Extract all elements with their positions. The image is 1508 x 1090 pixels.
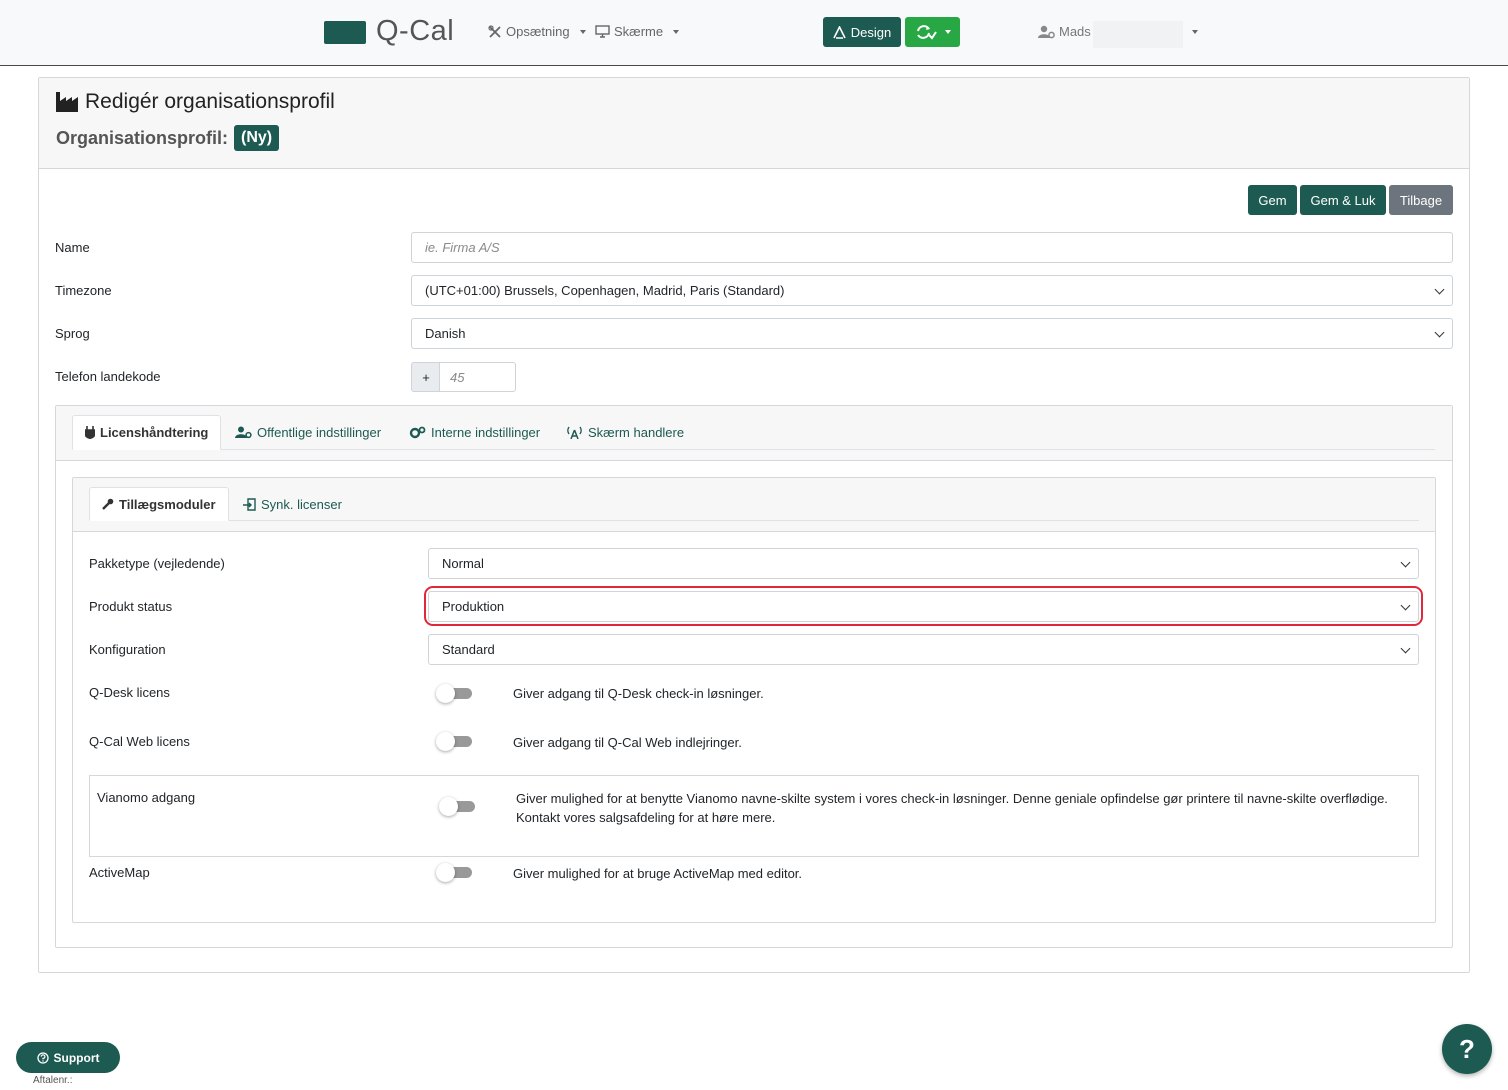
- activemap-description: Giver mulighed for at bruge ActiveMap me…: [513, 866, 803, 881]
- qdesk-license-description: Giver adgang til Q-Desk check-in løsning…: [513, 686, 764, 701]
- qdesk-license-label: Q-Desk licens: [89, 685, 170, 700]
- timezone-value: (UTC+01:00) Brussels, Copenhagen, Madrid…: [425, 283, 785, 298]
- product-status-label: Produkt status: [89, 599, 173, 614]
- tab-addon-modules[interactable]: Tillægsmoduler: [89, 487, 229, 521]
- language-select[interactable]: Danish: [411, 318, 1453, 349]
- design-label: Design: [850, 24, 892, 40]
- file-import-icon: [243, 497, 256, 511]
- tab-license-management[interactable]: Licenshåndtering: [72, 415, 222, 450]
- vianomo-access-label: Vianomo adgang: [97, 790, 196, 805]
- wrench-icon: [102, 498, 114, 510]
- status-badge: (Ny): [234, 125, 280, 151]
- logo-text: Q-Cal: [376, 15, 455, 47]
- chevron-down-icon: [1434, 284, 1445, 295]
- chevron-down-icon: [579, 29, 586, 34]
- timezone-select[interactable]: (UTC+01:00) Brussels, Copenhagen, Madrid…: [411, 275, 1453, 306]
- plug-icon: [85, 426, 95, 439]
- nav-screens-label: Skærme: [614, 24, 664, 39]
- tab-internal-settings-label: Interne indstillinger: [431, 424, 541, 440]
- nav-setup-label: Opsætning: [506, 24, 570, 39]
- tab-screen-handlers-label: Skærm handlere: [588, 424, 685, 440]
- monitor-icon: [595, 25, 610, 38]
- question-circle-icon: [36, 1051, 49, 1064]
- vianomo-description-line2: Kontakt vores salgsafdeling for at høre …: [516, 810, 776, 825]
- chevron-down-icon: [1434, 327, 1445, 338]
- design-icon: [833, 25, 846, 39]
- chevron-down-icon: [944, 30, 951, 34]
- support-button[interactable]: Support: [16, 1042, 120, 1073]
- highlight-outline: [424, 586, 1423, 626]
- name-label: Name: [55, 240, 90, 255]
- save-button[interactable]: Gem: [1248, 185, 1297, 215]
- chevron-down-icon[interactable]: [1192, 30, 1198, 34]
- design-button[interactable]: Design: [823, 17, 901, 47]
- broadcast-tower-icon: [566, 426, 583, 439]
- tools-icon: [488, 24, 502, 39]
- chevron-down-icon: [1400, 643, 1411, 654]
- package-type-value: Normal: [442, 556, 484, 571]
- help-button[interactable]: ?: [1442, 1024, 1492, 1074]
- language-label: Sprog: [55, 326, 90, 341]
- user-name: Mads: [1059, 24, 1091, 39]
- timezone-label: Timezone: [55, 283, 112, 298]
- tab-license-management-label: Licenshåndtering: [100, 425, 209, 440]
- configuration-label: Konfiguration: [89, 642, 166, 657]
- vianomo-description-line1: Giver mulighed for at benytte Vianomo na…: [516, 791, 1388, 806]
- phone-code-input[interactable]: 45: [439, 362, 516, 392]
- profile-subtitle-label: Organisationsprofil:: [56, 127, 229, 148]
- logo-icon: [324, 21, 366, 44]
- activemap-label: ActiveMap: [89, 865, 150, 880]
- phone-code-label: Telefon landekode: [55, 369, 161, 384]
- support-label: Support: [53, 1050, 100, 1065]
- tab-screen-handlers[interactable]: Skærm handlere: [554, 415, 696, 449]
- back-button[interactable]: Tilbage: [1389, 185, 1453, 215]
- qcalweb-license-toggle[interactable]: [436, 732, 472, 751]
- tab-public-settings-label: Offentlige indstillinger: [257, 424, 382, 440]
- profile-subtitle: Organisationsprofil: (Ny): [56, 125, 280, 151]
- agreement-number: Aftalenr.:: [33, 1075, 73, 1086]
- chevron-down-icon: [1400, 557, 1411, 568]
- card-header: Redigér organisationsprofil Organisation…: [39, 78, 1469, 169]
- configuration-select[interactable]: Standard: [428, 634, 1419, 665]
- cogs-icon: [409, 426, 426, 439]
- sync-dropdown-button[interactable]: [905, 17, 960, 47]
- top-navbar: Q-Cal Opsætning Skærme Design Mads: [0, 0, 1508, 66]
- qcalweb-license-label: Q-Cal Web licens: [89, 734, 190, 749]
- sync-check-icon: [915, 24, 937, 40]
- tab-internal-settings[interactable]: Interne indstillinger: [397, 415, 552, 449]
- user-name-redacted: [1093, 21, 1183, 48]
- page-title-text: Redigér organisationsprofil: [85, 90, 335, 113]
- name-placeholder: ie. Firma A/S: [425, 240, 500, 255]
- phone-prefix: +: [411, 362, 440, 392]
- save-close-button[interactable]: Gem & Luk: [1300, 185, 1386, 215]
- user-menu[interactable]: Mads: [1038, 24, 1091, 39]
- configuration-value: Standard: [442, 642, 495, 657]
- tab-divider: [72, 449, 1435, 450]
- page-title: Redigér organisationsprofil: [56, 90, 335, 114]
- phone-code-placeholder: 45: [450, 369, 465, 385]
- vianomo-access-toggle[interactable]: [439, 797, 475, 816]
- user-cog-icon: [1038, 25, 1055, 39]
- name-input[interactable]: ie. Firma A/S: [411, 232, 1453, 263]
- activemap-toggle[interactable]: [436, 863, 472, 882]
- package-type-select[interactable]: Normal: [428, 548, 1419, 579]
- nav-setup-menu[interactable]: Opsætning: [488, 24, 586, 39]
- nav-screens-menu[interactable]: Skærme: [595, 24, 680, 39]
- tab-addon-modules-label: Tillægsmoduler: [119, 496, 216, 512]
- industry-icon: [56, 92, 79, 112]
- users-cog-icon: [235, 426, 252, 439]
- language-value: Danish: [425, 326, 466, 341]
- package-type-label: Pakketype (vejledende): [89, 556, 225, 571]
- tab-sync-licenses-label: Synk. licenser: [261, 496, 342, 512]
- qcalweb-license-description: Giver adgang til Q-Cal Web indlejringer.: [513, 735, 742, 750]
- tab-public-settings[interactable]: Offentlige indstillinger: [223, 415, 393, 449]
- qdesk-license-toggle[interactable]: [436, 684, 472, 703]
- chevron-down-icon: [673, 29, 680, 34]
- tab-sync-licenses[interactable]: Synk. licenser: [231, 487, 354, 521]
